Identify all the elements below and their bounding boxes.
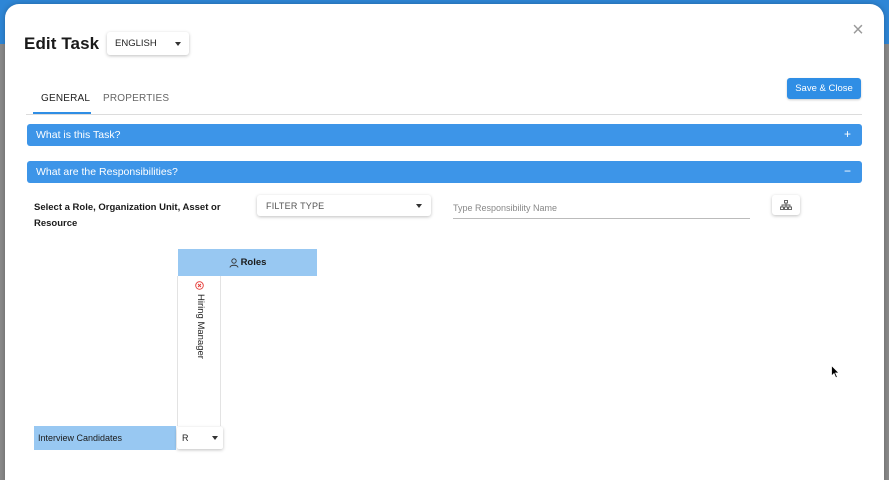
accordion-responsibilities[interactable]: What are the Responsibilities? − (27, 161, 862, 183)
accordion-title: What are the Responsibilities? (36, 166, 178, 178)
person-icon (229, 257, 239, 268)
role-column: Hiring Manager (177, 276, 221, 426)
remove-role-icon[interactable] (195, 281, 204, 290)
tab-bar: GENERAL PROPERTIES (26, 88, 862, 115)
raci-value: R (182, 433, 189, 443)
dialog-title: Edit Task (24, 34, 100, 53)
tab-general[interactable]: GENERAL (41, 93, 90, 104)
org-chart-button[interactable] (772, 195, 800, 215)
language-select-value: ENGLISH (115, 38, 157, 49)
edit-task-dialog: Edit Task ENGLISH × Save & Close GENERAL… (5, 4, 884, 480)
filter-type-value: FILTER TYPE (266, 200, 325, 211)
chevron-down-icon (175, 42, 181, 46)
roles-column-header: Roles (178, 249, 317, 276)
chevron-down-icon (416, 204, 422, 208)
collapse-icon[interactable]: − (844, 164, 851, 178)
language-select[interactable]: ENGLISH (107, 32, 189, 55)
mouse-cursor-icon (831, 365, 840, 379)
accordion-title: What is this Task? (36, 129, 121, 141)
active-tab-indicator (33, 112, 91, 114)
role-name: Hiring Manager (195, 294, 206, 359)
roles-header-label: Roles (240, 257, 267, 268)
responsibility-name-input[interactable] (453, 198, 750, 219)
accordion-what-is-task[interactable]: What is this Task? + (27, 124, 862, 146)
select-entity-label: Select a Role, Organization Unit, Asset … (34, 202, 221, 229)
org-chart-icon (780, 200, 792, 210)
task-row-label: Interview Candidates (34, 426, 176, 450)
close-icon[interactable]: × (850, 20, 866, 40)
chevron-down-icon (212, 436, 218, 440)
tab-properties[interactable]: PROPERTIES (103, 93, 169, 104)
filter-type-select[interactable]: FILTER TYPE (257, 195, 431, 216)
raci-select[interactable]: R (177, 427, 223, 449)
expand-icon[interactable]: + (844, 127, 851, 141)
